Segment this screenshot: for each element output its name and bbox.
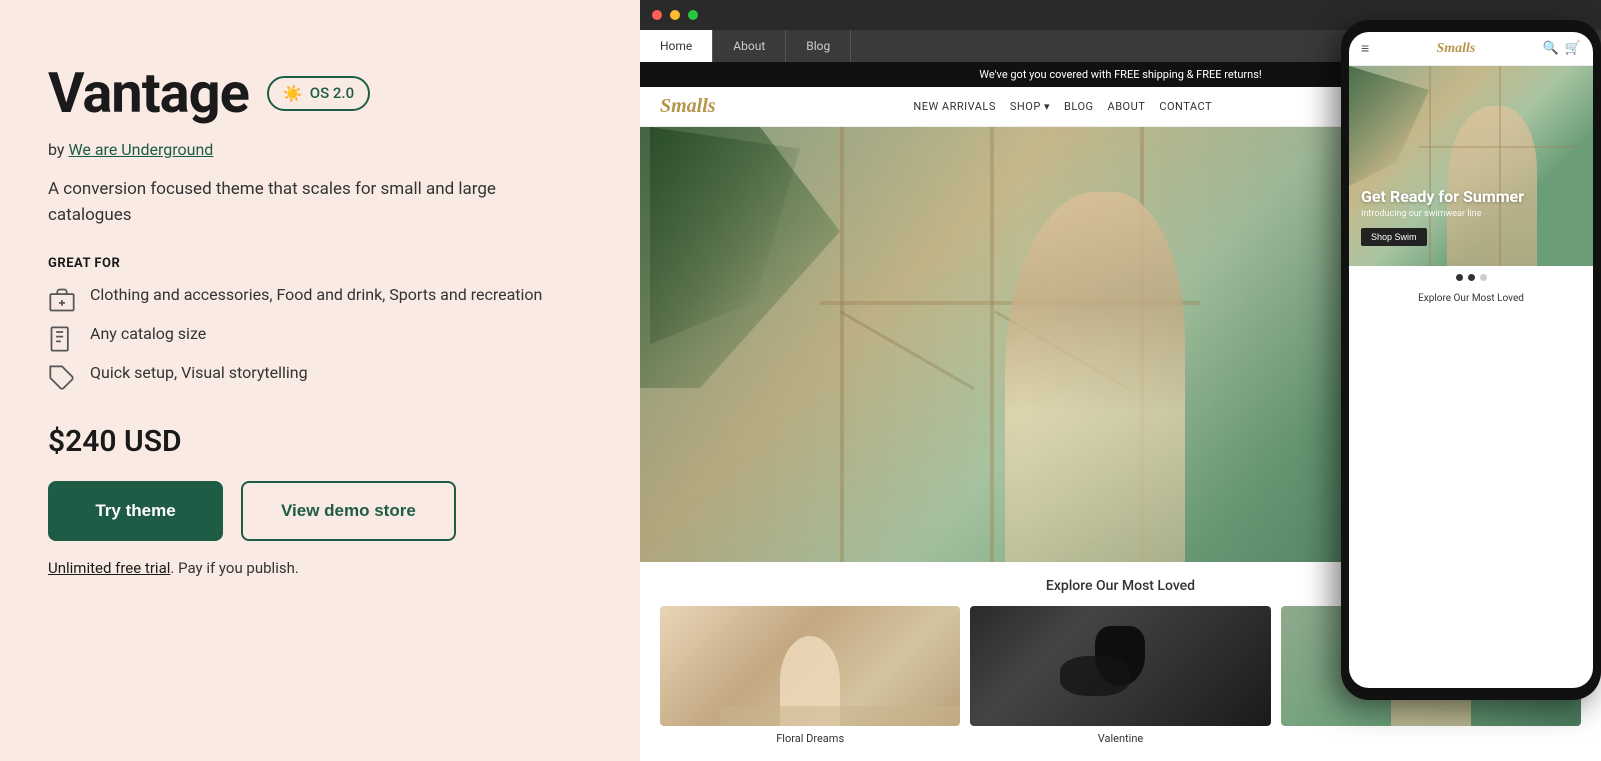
browser-tab-blog[interactable]: Blog	[786, 30, 851, 62]
trial-text: Unlimited free trial. Pay if you publish…	[48, 559, 592, 577]
features-list: Clothing and accessories, Food and drink…	[48, 285, 592, 392]
mobile-mockup: ≡ Smalls 🔍 🛒 Get Ready for Sum	[1341, 20, 1601, 700]
right-panel: Home About Blog We've got you covered wi…	[640, 0, 1601, 761]
mobile-menu-icon[interactable]: ≡	[1361, 40, 1369, 57]
theme-description: A conversion focused theme that scales f…	[48, 177, 568, 228]
mobile-hero-sub: Introducing our swimwear line	[1361, 209, 1524, 219]
try-theme-button[interactable]: Try theme	[48, 481, 223, 541]
mobile-cart-icon[interactable]: 🛒	[1565, 41, 1581, 56]
author-line: by We are Underground	[48, 140, 592, 159]
store-nav-item[interactable]: NEW ARRIVALS	[913, 100, 996, 113]
cta-row: Try theme View demo store	[48, 481, 592, 541]
trial-rest: . Pay if you publish.	[170, 559, 298, 577]
product-name-0: Floral Dreams	[660, 732, 960, 745]
mobile-search-icon[interactable]: 🔍	[1543, 41, 1559, 56]
mobile-dot-3	[1480, 274, 1487, 281]
store-nav: NEW ARRIVALS SHOP ▾ BLOG ABOUT CONTACT	[913, 100, 1212, 113]
os-badge-label: OS 2.0	[310, 84, 354, 102]
mobile-dot-1	[1456, 274, 1463, 281]
os-badge: ☀️ OS 2.0	[267, 76, 370, 111]
great-for-label: GREAT FOR	[48, 256, 592, 271]
author-prefix: by	[48, 140, 64, 159]
close-dot	[652, 10, 662, 20]
theme-title: Vantage	[48, 60, 249, 126]
product-card: Floral Dreams	[660, 606, 960, 745]
product-image-1	[970, 606, 1270, 726]
browser-tab-about[interactable]: About	[713, 30, 786, 62]
sun-icon: ☀️	[283, 84, 303, 103]
mobile-hero-button[interactable]: Shop Swim	[1361, 228, 1427, 246]
mobile-hero-heading: Get Ready for Summer	[1361, 187, 1524, 206]
mobile-dots	[1349, 266, 1593, 289]
feature-item: Any catalog size	[48, 324, 592, 353]
mobile-logo: Smalls	[1436, 41, 1475, 57]
store-icon	[48, 286, 76, 314]
feature-text-1: Any catalog size	[90, 324, 206, 343]
fullscreen-dot	[688, 10, 698, 20]
theme-title-row: Vantage ☀️ OS 2.0	[48, 60, 592, 126]
store-logo: Smalls	[660, 95, 716, 118]
feature-item: Quick setup, Visual storytelling	[48, 363, 592, 392]
minimize-dot	[670, 10, 680, 20]
browser-tab-home[interactable]: Home	[640, 30, 713, 62]
store-nav-item[interactable]: ABOUT	[1108, 100, 1146, 113]
book-icon	[48, 325, 76, 353]
view-demo-button[interactable]: View demo store	[241, 481, 456, 541]
feature-text-2: Quick setup, Visual storytelling	[90, 363, 308, 382]
trial-link[interactable]: Unlimited free trial	[48, 559, 170, 577]
store-nav-item[interactable]: CONTACT	[1159, 100, 1212, 113]
mobile-dot-2	[1468, 274, 1475, 281]
store-nav-item[interactable]: SHOP ▾	[1010, 100, 1050, 113]
mobile-header: ≡ Smalls 🔍 🛒	[1349, 32, 1593, 66]
store-nav-item[interactable]: BLOG	[1064, 100, 1094, 113]
mobile-hero-text: Get Ready for Summer Introducing our swi…	[1361, 187, 1524, 246]
product-image-0	[660, 606, 960, 726]
mobile-hero: Get Ready for Summer Introducing our swi…	[1349, 66, 1593, 266]
feature-item: Clothing and accessories, Food and drink…	[48, 285, 592, 314]
author-link[interactable]: We are Underground	[68, 140, 213, 159]
feature-text-0: Clothing and accessories, Food and drink…	[90, 285, 542, 304]
mobile-screen: ≡ Smalls 🔍 🛒 Get Ready for Sum	[1349, 32, 1593, 688]
mobile-icons: 🔍 🛒	[1543, 41, 1581, 56]
product-card: Valentine	[970, 606, 1270, 745]
mobile-explore-title: Explore Our Most Loved	[1349, 289, 1593, 308]
price: $240 USD	[48, 424, 592, 459]
tag-icon	[48, 364, 76, 392]
left-panel: Vantage ☀️ OS 2.0 by We are Underground …	[0, 0, 640, 761]
product-name-1: Valentine	[970, 732, 1270, 745]
